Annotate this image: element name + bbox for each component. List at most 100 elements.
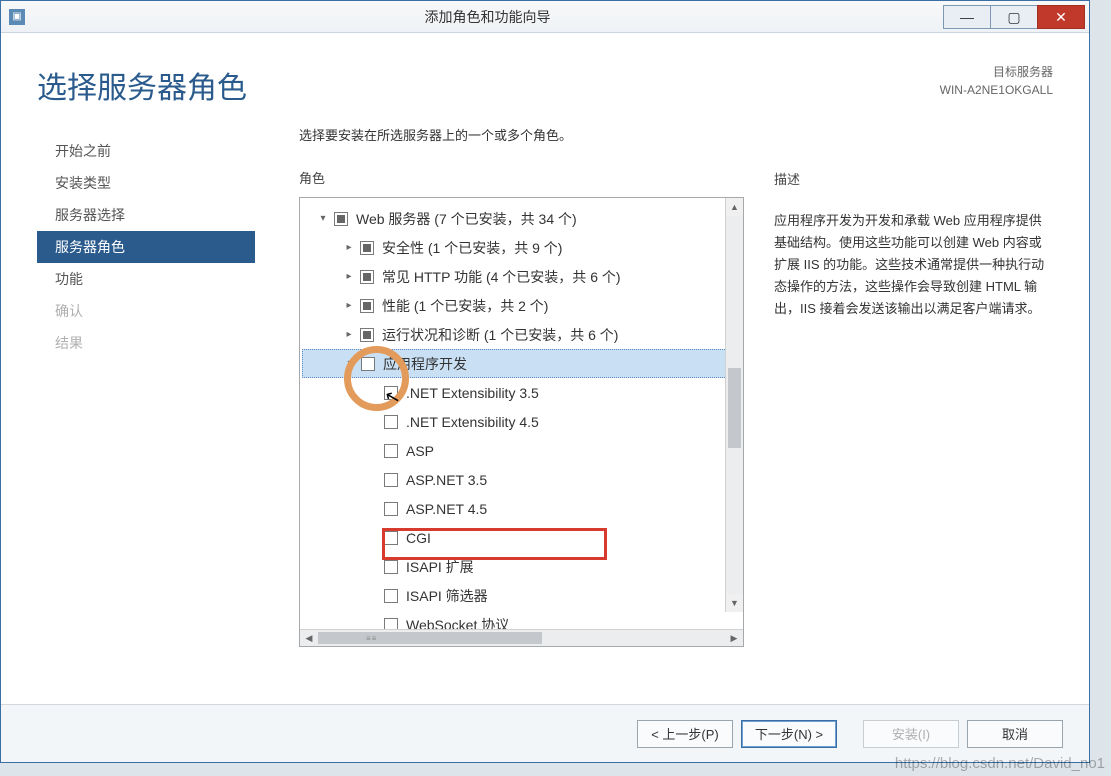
roles-column: 选择要安装在所选服务器上的一个或多个角色。 角色 ▾ Web 服务器 (7 个已安… xyxy=(299,125,744,695)
expand-icon[interactable]: ▸ xyxy=(342,270,356,284)
roles-tree-box: ▾Web 服务器 (7 个已安装，共 34 个)▸安全性 (1 个已安装，共 9… xyxy=(299,197,744,647)
expander-spacer xyxy=(366,589,380,603)
header: 选择服务器角色 目标服务器 WIN-A2NE1OKGALL xyxy=(1,33,1089,125)
tree-row[interactable]: .NET Extensibility 3.5 xyxy=(302,378,741,407)
hscroll-track[interactable]: ≡≡ xyxy=(318,630,725,646)
sidebar-item-server-roles[interactable]: 服务器角色 xyxy=(37,231,255,263)
collapse-icon[interactable]: ▾ xyxy=(316,212,330,226)
sidebar: 开始之前 安装类型 服务器选择 服务器角色 功能 确认 结果 xyxy=(37,125,255,695)
expander-spacer xyxy=(366,386,380,400)
minimize-button[interactable]: — xyxy=(943,5,991,29)
main: 选择要安装在所选服务器上的一个或多个角色。 角色 ▾ Web 服务器 (7 个已安… xyxy=(255,125,1053,695)
checkbox[interactable] xyxy=(384,560,398,574)
next-button[interactable]: 下一步(N) > xyxy=(741,720,837,748)
checkbox[interactable] xyxy=(384,386,398,400)
tree-row[interactable]: ASP.NET 4.5 xyxy=(302,494,741,523)
checkbox[interactable] xyxy=(384,444,398,458)
scroll-up-button[interactable]: ▲ xyxy=(726,198,743,216)
description-column: 描述 应用程序开发为开发和承载 Web 应用程序提供基础结构。使用这些功能可以创… xyxy=(774,125,1053,695)
sidebar-item-confirm: 确认 xyxy=(37,295,255,327)
tree-label: ISAPI 扩展 xyxy=(406,557,474,577)
tree-label: 应用程序开发 xyxy=(383,354,467,374)
sidebar-item-server-selection[interactable]: 服务器选择 xyxy=(37,199,255,231)
sidebar-item-install-type[interactable]: 安装类型 xyxy=(37,167,255,199)
scroll-down-button[interactable]: ▼ xyxy=(726,594,743,612)
expander-spacer xyxy=(366,531,380,545)
checkbox[interactable] xyxy=(360,328,374,342)
close-button[interactable]: ✕ xyxy=(1037,5,1085,29)
tree-row[interactable]: ASP xyxy=(302,436,741,465)
scroll-left-button[interactable]: ◀ xyxy=(300,630,318,646)
tree-row[interactable]: ▸ 运行状况和诊断 (1 个已安装，共 6 个) xyxy=(302,320,741,349)
tree-label: ASP xyxy=(406,443,434,459)
roles-label: 角色 xyxy=(299,168,744,187)
checkbox[interactable] xyxy=(384,618,398,630)
tree-label: .NET Extensibility 4.5 xyxy=(406,414,539,430)
checkbox[interactable] xyxy=(361,357,375,371)
window-controls: — ▢ ✕ xyxy=(944,5,1085,29)
tree-row[interactable]: ▸ 性能 (1 个已安装，共 2 个) xyxy=(302,291,741,320)
vertical-scrollbar[interactable]: ▲ ▼ xyxy=(725,198,743,612)
tree-row[interactable]: ▾ 应用程序开发 xyxy=(302,349,741,378)
checkbox[interactable] xyxy=(384,531,398,545)
tree-label: ASP.NET 4.5 xyxy=(406,501,487,517)
tree-row[interactable]: WebSocket 协议 xyxy=(302,610,741,629)
previous-button[interactable]: < 上一步(P) xyxy=(637,720,733,748)
tree-label: ASP.NET 3.5 xyxy=(406,472,487,488)
maximize-button[interactable]: ▢ xyxy=(990,5,1038,29)
wizard-window: ▣ 添加角色和功能向导 — ▢ ✕ 选择服务器角色 目标服务器 WIN-A2NE… xyxy=(0,0,1090,763)
tree-label: 安全性 (1 个已安装，共 9 个) xyxy=(382,238,562,258)
checkbox[interactable] xyxy=(384,502,398,516)
tree-label: 常见 HTTP 功能 (4 个已安装，共 6 个) xyxy=(382,267,621,287)
checkbox[interactable] xyxy=(334,212,348,226)
checkbox[interactable] xyxy=(360,270,374,284)
expander-spacer xyxy=(366,502,380,516)
sidebar-item-features[interactable]: 功能 xyxy=(37,263,255,295)
expander-spacer xyxy=(366,473,380,487)
tree-label: 运行状况和诊断 (1 个已安装，共 6 个) xyxy=(382,325,618,345)
sidebar-item-results: 结果 xyxy=(37,327,255,359)
app-icon: ▣ xyxy=(9,9,25,25)
expand-icon[interactable]: ▸ xyxy=(342,328,356,342)
tree-row[interactable]: ASP.NET 3.5 xyxy=(302,465,741,494)
expander-spacer xyxy=(366,415,380,429)
expand-icon[interactable]: ▸ xyxy=(342,299,356,313)
checkbox[interactable] xyxy=(384,415,398,429)
window-title: 添加角色和功能向导 xyxy=(31,7,944,27)
description-text: 应用程序开发为开发和承载 Web 应用程序提供基础结构。使用这些功能可以创建 W… xyxy=(774,210,1053,320)
watermark: https://blog.csdn.net/David_no1 xyxy=(895,755,1105,772)
hscroll-thumb[interactable]: ≡≡ xyxy=(318,632,542,644)
body: 开始之前 安装类型 服务器选择 服务器角色 功能 确认 结果 选择要安装在所选服… xyxy=(1,125,1089,695)
page-title: 选择服务器角色 xyxy=(37,63,247,107)
expander-spacer xyxy=(366,560,380,574)
tree-row[interactable]: .NET Extensibility 4.5 xyxy=(302,407,741,436)
tree-row[interactable]: ISAPI 筛选器 xyxy=(302,581,741,610)
tree-label: WebSocket 协议 xyxy=(406,615,509,630)
description-label: 描述 xyxy=(774,169,1053,188)
expander-spacer xyxy=(366,444,380,458)
checkbox[interactable] xyxy=(360,241,374,255)
cancel-button[interactable]: 取消 xyxy=(967,720,1063,748)
checkbox[interactable] xyxy=(384,589,398,603)
expand-icon[interactable]: ▸ xyxy=(342,241,356,255)
tree-label: 性能 (1 个已安装，共 2 个) xyxy=(382,296,548,316)
checkbox[interactable] xyxy=(384,473,398,487)
horizontal-scrollbar[interactable]: ◀ ≡≡ ▶ xyxy=(300,629,743,646)
scroll-right-button[interactable]: ▶ xyxy=(725,630,743,646)
checkbox[interactable] xyxy=(360,299,374,313)
footer: < 上一步(P) 下一步(N) > 安装(I) 取消 xyxy=(1,704,1089,762)
sidebar-item-before-begin[interactable]: 开始之前 xyxy=(37,135,255,167)
expander-spacer xyxy=(366,618,380,630)
tree-label: Web 服务器 (7 个已安装，共 34 个) xyxy=(356,209,577,229)
tree-row[interactable]: ▾ Web 服务器 (7 个已安装，共 34 个) xyxy=(302,204,741,233)
vscroll-thumb[interactable] xyxy=(728,368,741,448)
tree-row[interactable]: ▸ 安全性 (1 个已安装，共 9 个) xyxy=(302,233,741,262)
roles-tree: ▾Web 服务器 (7 个已安装，共 34 个)▸安全性 (1 个已安装，共 9… xyxy=(300,198,743,629)
tree-row[interactable]: ISAPI 扩展 xyxy=(302,552,741,581)
tree-label: ISAPI 筛选器 xyxy=(406,586,488,606)
tree-row[interactable]: CGI xyxy=(302,523,741,552)
install-button: 安装(I) xyxy=(863,720,959,748)
tree-row[interactable]: ▸ 常见 HTTP 功能 (4 个已安装，共 6 个) xyxy=(302,262,741,291)
instruction-text: 选择要安装在所选服务器上的一个或多个角色。 xyxy=(299,125,744,144)
collapse-icon[interactable]: ▾ xyxy=(343,357,357,371)
